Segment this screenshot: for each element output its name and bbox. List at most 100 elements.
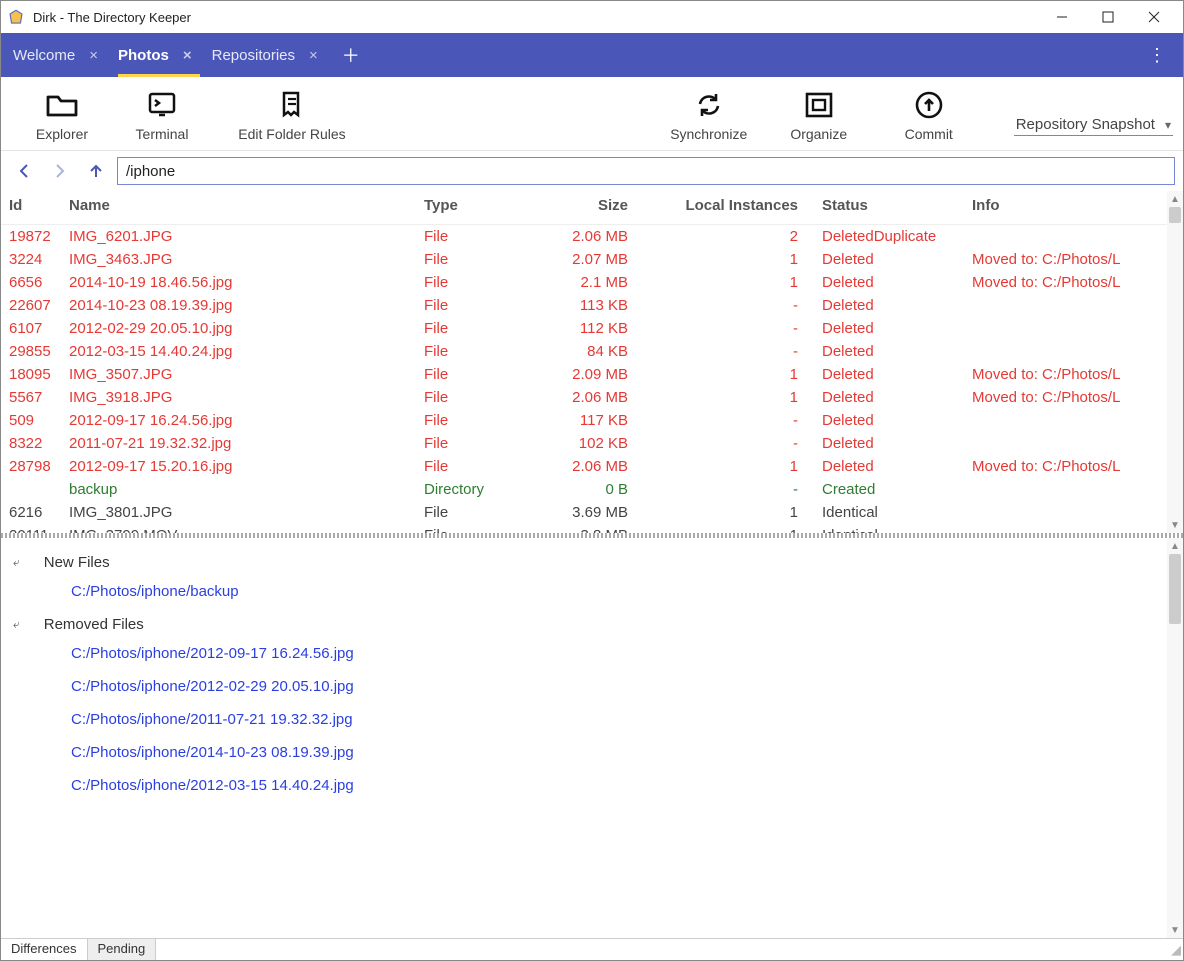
cell: Deleted xyxy=(806,409,956,432)
cell: Deleted xyxy=(806,363,956,386)
add-tab-button[interactable]: ＋ xyxy=(336,42,366,68)
cell: 1 xyxy=(636,363,806,386)
cell: 6216 xyxy=(1,501,61,524)
tab-label: Photos xyxy=(118,47,169,64)
col-name[interactable]: Name xyxy=(61,191,416,225)
cell: 19872 xyxy=(1,225,61,249)
cell: 1 xyxy=(636,248,806,271)
minimize-button[interactable] xyxy=(1039,1,1085,33)
section-header[interactable]: ⤶New Files xyxy=(13,554,1171,571)
table-row[interactable]: 66562014-10-19 18.46.56.jpgFile2.1 MB1De… xyxy=(1,271,1183,294)
cell xyxy=(956,501,1183,524)
footer-tab-differences[interactable]: Differences xyxy=(1,939,88,960)
cell: 113 KB xyxy=(506,294,636,317)
nav-up-button[interactable] xyxy=(81,157,111,185)
table-row[interactable]: 3224IMG_3463.JPGFile2.07 MB1DeletedMoved… xyxy=(1,248,1183,271)
overflow-menu-button[interactable]: ⋮ xyxy=(1137,45,1177,66)
table-row[interactable]: 5567IMG_3918.JPGFile2.06 MB1DeletedMoved… xyxy=(1,386,1183,409)
synchronize-button[interactable]: Synchronize xyxy=(654,88,764,142)
cell: IMG_6201.JPG xyxy=(61,225,416,249)
collapse-icon: ⤶ xyxy=(13,555,20,570)
resize-grip-icon[interactable]: ◢ xyxy=(1165,939,1183,960)
maximize-button[interactable] xyxy=(1085,1,1131,33)
scroll-thumb[interactable] xyxy=(1169,554,1181,624)
collapse-icon: ⤶ xyxy=(13,617,20,632)
scroll-up-icon[interactable]: ▲ xyxy=(1167,191,1183,207)
tool-label: Edit Folder Rules xyxy=(238,126,345,142)
nav-back-button[interactable] xyxy=(9,157,39,185)
path-link[interactable]: C:/Photos/iphone/backup xyxy=(71,583,1171,600)
col-info[interactable]: Info xyxy=(956,191,1183,225)
nav-forward-button[interactable] xyxy=(45,157,75,185)
explorer-button[interactable]: Explorer xyxy=(17,88,107,142)
footer-tab-pending[interactable]: Pending xyxy=(88,939,157,960)
grid-scrollbar[interactable]: ▲ ▼ xyxy=(1167,191,1183,533)
tab-photos[interactable]: Photos × xyxy=(112,33,206,77)
table-row[interactable]: 287982012-09-17 15.20.16.jpgFile2.06 MB1… xyxy=(1,455,1183,478)
cell: Identical xyxy=(806,524,956,533)
table-row[interactable]: 6216IMG_3801.JPGFile3.69 MB1Identical xyxy=(1,501,1183,524)
cell: File xyxy=(416,524,506,533)
cell: 18095 xyxy=(1,363,61,386)
col-id[interactable]: Id xyxy=(1,191,61,225)
cell: IMG_3918.JPG xyxy=(61,386,416,409)
cell: 2.06 MB xyxy=(506,225,636,249)
cell: File xyxy=(416,363,506,386)
table-row[interactable]: 298552012-03-15 14.40.24.jpgFile84 KB-De… xyxy=(1,340,1183,363)
cell: 2011-07-21 19.32.32.jpg xyxy=(61,432,416,455)
panel-scrollbar[interactable]: ▲ ▼ xyxy=(1167,538,1183,938)
table-row[interactable]: 20111IMG_3799.MOVFile3.8 MB1Identical xyxy=(1,524,1183,533)
tab-repositories[interactable]: Repositories × xyxy=(206,33,332,77)
table-row[interactable]: 226072014-10-23 08.19.39.jpgFile113 KB-D… xyxy=(1,294,1183,317)
window-title: Dirk - The Directory Keeper xyxy=(33,10,1039,25)
scroll-down-icon[interactable]: ▼ xyxy=(1167,922,1183,938)
col-local[interactable]: Local Instances xyxy=(636,191,806,225)
close-icon[interactable]: × xyxy=(183,47,192,64)
cell: - xyxy=(636,478,806,501)
cell: Deleted xyxy=(806,386,956,409)
cell: 84 KB xyxy=(506,340,636,363)
scroll-down-icon[interactable]: ▼ xyxy=(1167,517,1183,533)
snapshot-label: Repository Snapshot xyxy=(1016,116,1155,133)
table-row[interactable]: backupDirectory0 B-Created xyxy=(1,478,1183,501)
snapshot-dropdown[interactable]: Repository Snapshot ▾ xyxy=(1014,112,1173,136)
path-link[interactable]: C:/Photos/iphone/2011-07-21 19.32.32.jpg xyxy=(71,711,1171,728)
cell: Moved to: C:/Photos/L xyxy=(956,363,1183,386)
path-link[interactable]: C:/Photos/iphone/2014-10-23 08.19.39.jpg xyxy=(71,744,1171,761)
table-row[interactable]: 18095IMG_3507.JPGFile2.09 MB1DeletedMove… xyxy=(1,363,1183,386)
path-link[interactable]: C:/Photos/iphone/2012-02-29 20.05.10.jpg xyxy=(71,678,1171,695)
document-rules-icon xyxy=(278,88,306,122)
cell: File xyxy=(416,409,506,432)
col-size[interactable]: Size xyxy=(506,191,636,225)
commit-button[interactable]: Commit xyxy=(874,88,984,142)
close-icon[interactable]: × xyxy=(309,47,318,64)
app-icon xyxy=(7,8,25,26)
cell: File xyxy=(416,225,506,249)
tab-welcome[interactable]: Welcome × xyxy=(7,33,112,77)
tab-strip: Welcome × Photos × Repositories × ＋ ⋮ xyxy=(1,33,1183,77)
section-header[interactable]: ⤶Removed Files xyxy=(13,616,1171,633)
cell: 2014-10-19 18.46.56.jpg xyxy=(61,271,416,294)
path-link[interactable]: C:/Photos/iphone/2012-09-17 16.24.56.jpg xyxy=(71,645,1171,662)
cell: 29855 xyxy=(1,340,61,363)
organize-button[interactable]: Organize xyxy=(764,88,874,142)
path-input[interactable] xyxy=(117,157,1175,185)
cell: - xyxy=(636,432,806,455)
table-row[interactable]: 83222011-07-21 19.32.32.jpgFile102 KB-De… xyxy=(1,432,1183,455)
terminal-button[interactable]: Terminal xyxy=(107,88,217,142)
close-button[interactable] xyxy=(1131,1,1177,33)
edit-rules-button[interactable]: Edit Folder Rules xyxy=(217,88,367,142)
scroll-up-icon[interactable]: ▲ xyxy=(1167,538,1183,554)
table-row[interactable]: 19872IMG_6201.JPGFile2.06 MB2DeletedDupl… xyxy=(1,225,1183,249)
path-link[interactable]: C:/Photos/iphone/2012-03-15 14.40.24.jpg xyxy=(71,777,1171,794)
col-type[interactable]: Type xyxy=(416,191,506,225)
table-row[interactable]: 5092012-09-17 16.24.56.jpgFile117 KB-Del… xyxy=(1,409,1183,432)
scroll-thumb[interactable] xyxy=(1169,207,1181,223)
table-row[interactable]: 61072012-02-29 20.05.10.jpgFile112 KB-De… xyxy=(1,317,1183,340)
tool-label: Synchronize xyxy=(670,126,747,142)
col-status[interactable]: Status xyxy=(806,191,956,225)
cell: 2.09 MB xyxy=(506,363,636,386)
close-icon[interactable]: × xyxy=(89,47,98,64)
cell: IMG_3801.JPG xyxy=(61,501,416,524)
cell: 1 xyxy=(636,386,806,409)
